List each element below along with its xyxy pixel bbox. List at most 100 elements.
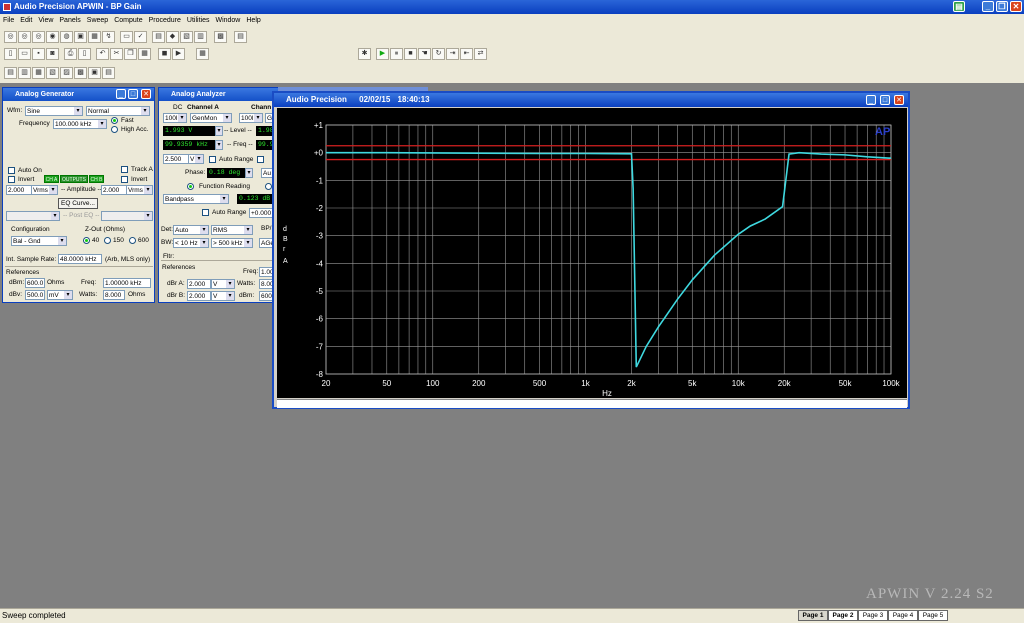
invert-a-checkbox[interactable]	[8, 176, 15, 183]
dbrb-unit[interactable]: V	[211, 291, 235, 301]
ch-b-output-indicator[interactable]: CH B	[89, 175, 104, 183]
menu-panels[interactable]: Panels	[56, 14, 83, 27]
panel-icon[interactable]: ↯	[102, 31, 115, 43]
waveform-select[interactable]: Sine	[25, 106, 83, 116]
dbv-field[interactable]: 500.0	[25, 290, 45, 300]
go-icon[interactable]: ▶	[172, 48, 185, 60]
panel-icon[interactable]: ▤	[152, 31, 165, 43]
menu-window[interactable]: Window	[212, 14, 243, 27]
sweep-plot[interactable]: 20 50 100 200 500 1k 2k 5k 10k 20k 50k 100k +1 +0 -1 -2…	[277, 108, 907, 398]
freq-ref-field[interactable]: 1.00000 kHz	[103, 278, 151, 288]
restore-icon[interactable]: ❐	[996, 1, 1008, 12]
page-tab-1[interactable]: Page 1	[798, 610, 828, 621]
open-folder-icon[interactable]: ▭	[18, 48, 31, 60]
close-icon[interactable]: ✕	[894, 95, 904, 105]
rms-select[interactable]: RMS	[211, 225, 253, 235]
function-reading-radio[interactable]	[187, 183, 194, 190]
input-a-select[interactable]: GenMon	[190, 113, 232, 123]
menu-compute[interactable]: Compute	[111, 14, 145, 27]
page-tab-3[interactable]: Page 3	[858, 610, 888, 621]
ch-a-output-indicator[interactable]: CH A	[44, 175, 59, 183]
save-as-icon[interactable]: ◙	[46, 48, 59, 60]
pause-icon[interactable]: ⏸	[390, 48, 403, 60]
watts-field[interactable]: 8.000	[103, 290, 125, 300]
sample-rate-field[interactable]: 48.0000 kHz	[58, 254, 102, 264]
loop-icon[interactable]: ↻	[432, 48, 445, 60]
graph-scrollbar[interactable]	[277, 399, 907, 408]
panel-icon[interactable]: ◍	[60, 31, 73, 43]
panel-icon[interactable]: ◉	[46, 31, 59, 43]
view-icon[interactable]: ▤	[102, 67, 115, 79]
invert-b-checkbox[interactable]	[121, 176, 128, 183]
panel-icon[interactable]: ▧	[180, 31, 193, 43]
menu-utilities[interactable]: Utilities	[184, 14, 213, 27]
page-tab-2[interactable]: Page 2	[828, 610, 858, 621]
auto-range-2-checkbox[interactable]	[202, 209, 209, 216]
bw-high-select[interactable]: > 500 kHz	[211, 238, 253, 248]
menu-procedure[interactable]: Procedure	[146, 14, 184, 27]
dbm-field[interactable]: 600.0	[25, 278, 45, 288]
view-icon[interactable]: ▦	[32, 67, 45, 79]
panel-icon[interactable]: ◎	[4, 31, 17, 43]
undo-icon[interactable]: ↶	[96, 48, 109, 60]
range-v-field[interactable]: 2.500	[163, 154, 189, 164]
step-back-icon[interactable]: ⇤	[460, 48, 473, 60]
detector-select[interactable]: Auto	[173, 225, 209, 235]
view-icon[interactable]: ▧	[46, 67, 59, 79]
panel-icon[interactable]: ▣	[74, 31, 87, 43]
post-eq-select[interactable]	[101, 211, 153, 221]
panel-icon[interactable]: ✓	[134, 31, 147, 43]
new-file-icon[interactable]: ▯	[4, 48, 17, 60]
phase-unit-dropdown[interactable]: ▾	[245, 168, 253, 178]
view-icon[interactable]: ▣	[88, 67, 101, 79]
auto-range-checkbox[interactable]	[209, 156, 216, 163]
zout-600-radio[interactable]	[129, 237, 136, 244]
step-icon[interactable]: ⇥	[446, 48, 459, 60]
range-v-unit[interactable]: V	[188, 154, 204, 164]
page-tab-4[interactable]: Page 4	[888, 610, 918, 621]
paste-icon[interactable]: ▦	[138, 48, 151, 60]
pre-eq-select[interactable]	[6, 211, 60, 221]
print-icon[interactable]: ⎙	[64, 48, 77, 60]
configuration-select[interactable]: Bal - Gnd	[11, 236, 67, 246]
panel-icon[interactable]: ▤	[234, 31, 247, 43]
sweep-icon[interactable]: ✱	[358, 48, 371, 60]
page-tab-5[interactable]: Page 5	[918, 610, 948, 621]
filter-select[interactable]: Bandpass	[163, 194, 229, 204]
amplitude-b-field[interactable]: 2.000	[101, 185, 127, 195]
outputs-indicator[interactable]: OUTPUTS	[60, 175, 88, 183]
waveform-mode-select[interactable]: Normal	[86, 106, 150, 116]
frequency-field[interactable]: 100.000 kHz	[53, 119, 107, 129]
bw-low-select[interactable]: < 10 Hz	[173, 238, 209, 248]
view-icon[interactable]: ▩	[74, 67, 87, 79]
panel-icon[interactable]: ▩	[214, 31, 227, 43]
view-icon[interactable]: ▥	[18, 67, 31, 79]
auto-range-b-checkbox[interactable]	[257, 156, 264, 163]
dbra-field[interactable]: 2.000	[187, 279, 211, 289]
tray-icon[interactable]: ▤	[953, 1, 965, 12]
dbrb-field[interactable]: 2.000	[187, 291, 211, 301]
play-icon[interactable]: ▶	[376, 48, 389, 60]
menu-sweep[interactable]: Sweep	[84, 14, 111, 27]
fast-radio[interactable]	[111, 117, 118, 124]
maximize-icon[interactable]: □	[880, 95, 890, 105]
close-icon[interactable]: ✕	[141, 89, 151, 99]
menu-edit[interactable]: Edit	[17, 14, 35, 27]
minimize-icon[interactable]: _	[116, 89, 126, 99]
amplitude-a-unit[interactable]: Vrms	[31, 185, 58, 195]
panel-icon[interactable]: ▭	[120, 31, 133, 43]
zout-150-radio[interactable]	[104, 237, 111, 244]
copy-icon[interactable]: ❐	[124, 48, 137, 60]
amplitude-a-field[interactable]: 2.000	[6, 185, 32, 195]
amplitude-b-unit[interactable]: Vrms	[126, 185, 153, 195]
stop-icon[interactable]: ■	[404, 48, 417, 60]
minimize-icon[interactable]: _	[866, 95, 876, 105]
maximize-icon[interactable]: □	[128, 89, 138, 99]
panel-icon[interactable]: ▦	[88, 31, 101, 43]
dbra-unit[interactable]: V	[211, 279, 235, 289]
auto-on-checkbox[interactable]	[8, 167, 15, 174]
high-acc-radio[interactable]	[111, 126, 118, 133]
hand-icon[interactable]: ☚	[418, 48, 431, 60]
macro-icon[interactable]: ⇄	[474, 48, 487, 60]
close-icon[interactable]: ✕	[1010, 1, 1022, 12]
